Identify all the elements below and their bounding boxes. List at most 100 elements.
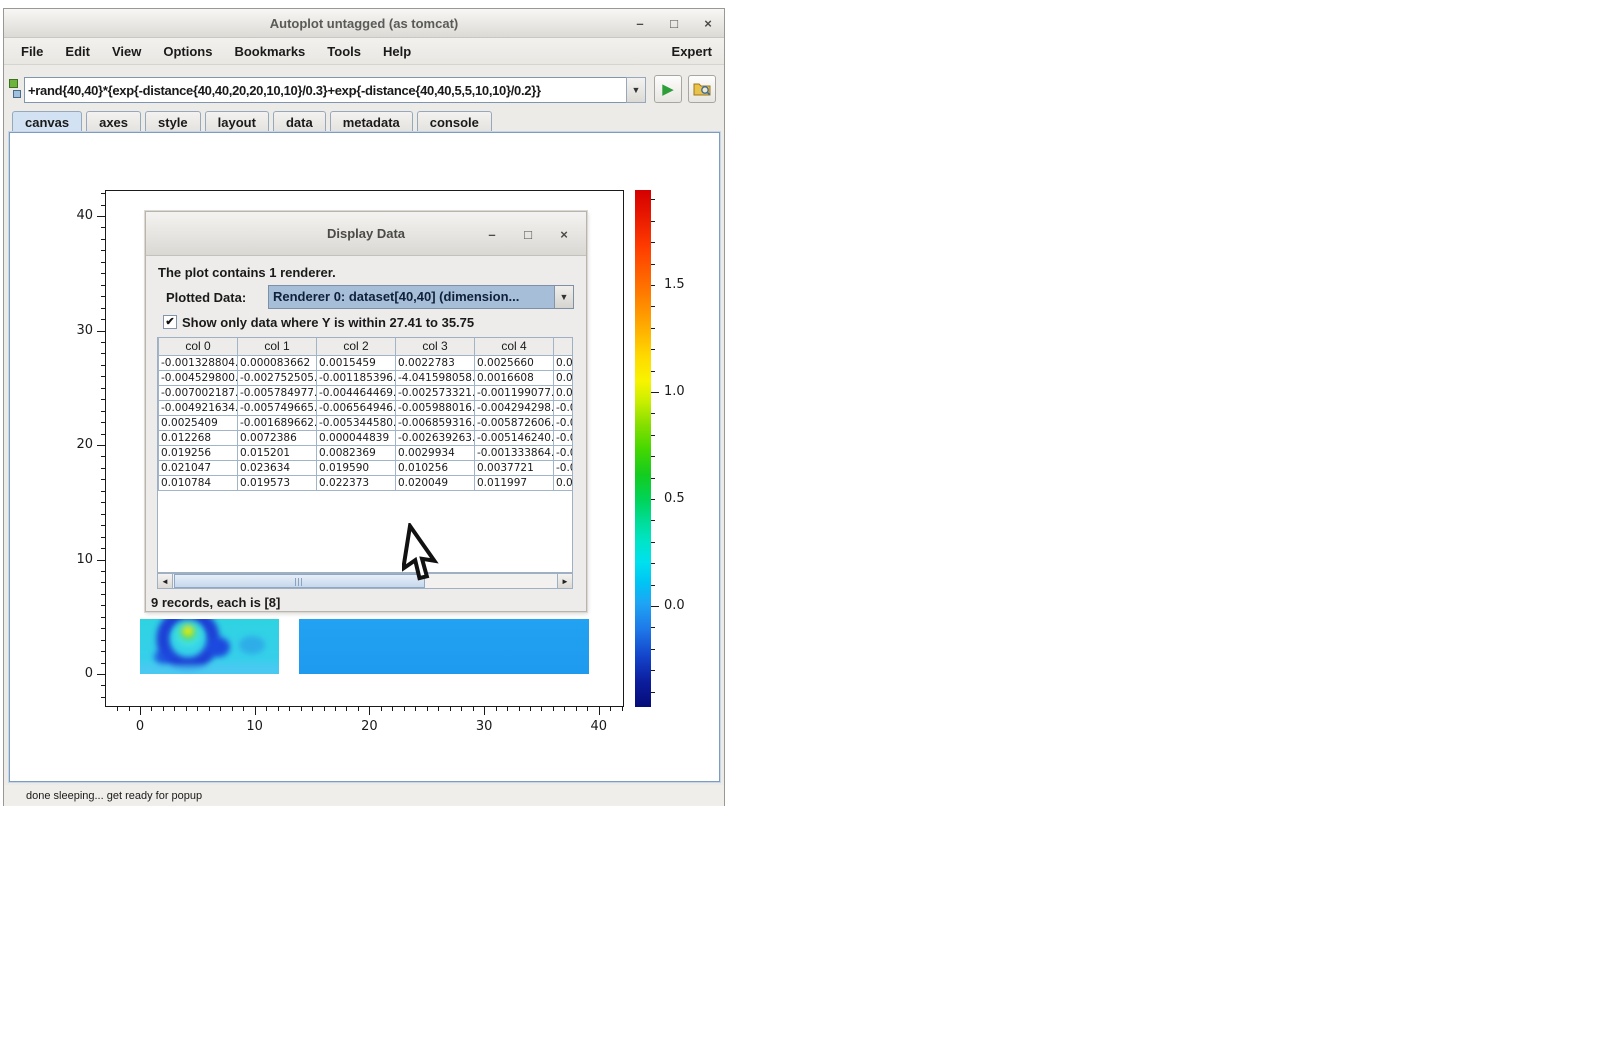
menu-item-options[interactable]: Options	[152, 40, 223, 63]
data-table-viewport[interactable]: col 0col 1col 2col 3col 4 -0.001328804...…	[157, 337, 573, 573]
menu-item-tools[interactable]: Tools	[316, 40, 372, 63]
table-cell[interactable]: -4.041598058...	[396, 370, 475, 385]
menu-item-bookmarks[interactable]: Bookmarks	[223, 40, 316, 63]
tab-layout[interactable]: layout	[205, 111, 269, 132]
table-cell[interactable]: 0.00	[554, 385, 574, 400]
table-cell[interactable]: 0.0025660	[475, 355, 554, 370]
inspect-folder-button[interactable]	[688, 75, 716, 103]
table-cell[interactable]: -0.001689662...	[238, 415, 317, 430]
table-cell[interactable]: 0.019573	[238, 475, 317, 490]
table-cell[interactable]: 0.011997	[475, 475, 554, 490]
table-cell[interactable]: -0.001333864...	[475, 445, 554, 460]
table-row[interactable]: -0.007002187...-0.005784977...-0.0044644…	[159, 385, 574, 400]
dialog-minimize-icon[interactable]: –	[484, 227, 500, 242]
table-cell[interactable]: 0.0072386	[238, 430, 317, 445]
dialog-close-icon[interactable]: ×	[556, 227, 572, 242]
table-row[interactable]: -0.004921634...-0.005749665...-0.0065649…	[159, 400, 574, 415]
table-cell[interactable]: 0.0029934	[396, 445, 475, 460]
table-header[interactable]: col 3	[396, 338, 475, 355]
table-cell[interactable]: -0.0	[554, 430, 574, 445]
colorbar[interactable]	[635, 190, 651, 707]
maximize-icon[interactable]: □	[666, 16, 682, 31]
menu-item-help[interactable]: Help	[372, 40, 422, 63]
table-header[interactable]: col 4	[475, 338, 554, 355]
table-cell[interactable]: -0.001328804...	[159, 355, 238, 370]
table-cell[interactable]: -0.007002187...	[159, 385, 238, 400]
tab-axes[interactable]: axes	[86, 111, 141, 132]
uri-input[interactable]	[24, 77, 627, 103]
table-header[interactable]: col 0	[159, 338, 238, 355]
table-header[interactable]	[554, 338, 574, 355]
scroll-left-icon[interactable]: ◄	[158, 574, 173, 588]
table-cell[interactable]: 0.0015459	[317, 355, 396, 370]
tab-canvas[interactable]: canvas	[12, 111, 82, 132]
table-cell[interactable]: -0.005344580...	[317, 415, 396, 430]
table-cell[interactable]: -0.005146240...	[475, 430, 554, 445]
table-cell[interactable]: -0.005784977...	[238, 385, 317, 400]
table-cell[interactable]: 0.015201	[238, 445, 317, 460]
table-cell[interactable]: -0.0	[554, 445, 574, 460]
plotted-data-combobox[interactable]: Renderer 0: dataset[40,40] (dimension...…	[268, 285, 574, 309]
table-row[interactable]: 0.0210470.0236340.0195900.0102560.003772…	[159, 460, 574, 475]
window-titlebar[interactable]: Autoplot untagged (as tomcat) – □ ×	[4, 9, 724, 38]
table-cell[interactable]: 0.022373	[317, 475, 396, 490]
minimize-icon[interactable]: –	[632, 16, 648, 31]
tab-metadata[interactable]: metadata	[330, 111, 413, 132]
table-cell[interactable]: 0.0022783	[396, 355, 475, 370]
table-row[interactable]: 0.0025409-0.001689662...-0.005344580...-…	[159, 415, 574, 430]
tab-data[interactable]: data	[273, 111, 326, 132]
table-row[interactable]: 0.0122680.00723860.000044839-0.002639263…	[159, 430, 574, 445]
table-cell[interactable]: -0.005872606...	[475, 415, 554, 430]
table-cell[interactable]: 0.0016608	[475, 370, 554, 385]
uri-dropdown-icon[interactable]: ▼	[626, 77, 646, 103]
table-cell[interactable]: -0.006564946...	[317, 400, 396, 415]
table-cell[interactable]: -0.002752505...	[238, 370, 317, 385]
table-cell[interactable]: 0.012268	[159, 430, 238, 445]
menu-item-edit[interactable]: Edit	[54, 40, 101, 63]
table-cell[interactable]: 0.000044839	[317, 430, 396, 445]
table-cell[interactable]: -0.004464469...	[317, 385, 396, 400]
table-cell[interactable]: -0.004294298...	[475, 400, 554, 415]
table-row[interactable]: 0.0107840.0195730.0223730.0200490.011997…	[159, 475, 574, 490]
table-cell[interactable]: 0.0037721	[475, 460, 554, 475]
table-header[interactable]: col 2	[317, 338, 396, 355]
menu-item-file[interactable]: File	[10, 40, 54, 63]
table-cell[interactable]: -0.006859316...	[396, 415, 475, 430]
table-cell[interactable]: -0.002639263...	[396, 430, 475, 445]
table-cell[interactable]: 0.023634	[238, 460, 317, 475]
table-cell[interactable]: 0.020049	[396, 475, 475, 490]
table-cell[interactable]: -0.001185396...	[317, 370, 396, 385]
go-play-button[interactable]: ▶	[654, 75, 682, 103]
scrollbar-thumb[interactable]	[174, 574, 425, 588]
table-header[interactable]: col 1	[238, 338, 317, 355]
table-cell[interactable]: -0.0	[554, 400, 574, 415]
y-filter-checkbox[interactable]: ✔	[163, 315, 177, 329]
table-cell[interactable]: -0.0	[554, 415, 574, 430]
tab-console[interactable]: console	[417, 111, 492, 132]
table-cell[interactable]: -0.002573321...	[396, 385, 475, 400]
table-cell[interactable]: 0.00	[554, 370, 574, 385]
scrollbar-track[interactable]	[173, 574, 557, 588]
table-cell[interactable]: 0.019256	[159, 445, 238, 460]
combo-dropdown-icon[interactable]: ▼	[554, 286, 573, 308]
close-icon[interactable]: ×	[700, 16, 716, 31]
expert-label[interactable]: Expert	[672, 44, 724, 59]
table-cell[interactable]: 0.010256	[396, 460, 475, 475]
table-cell[interactable]: -0.0	[554, 460, 574, 475]
table-row[interactable]: -0.004529800...-0.002752505...-0.0011853…	[159, 370, 574, 385]
table-cell[interactable]: 0.021047	[159, 460, 238, 475]
table-cell[interactable]: 0.00	[554, 355, 574, 370]
dialog-maximize-icon[interactable]: □	[520, 227, 536, 242]
table-row[interactable]: -0.001328804...0.0000836620.00154590.002…	[159, 355, 574, 370]
menu-item-view[interactable]: View	[101, 40, 152, 63]
table-cell[interactable]: 0.000083662	[238, 355, 317, 370]
table-cell[interactable]: -0.005749665...	[238, 400, 317, 415]
table-cell[interactable]: 0.019590	[317, 460, 396, 475]
table-cell[interactable]: 0.0025409	[159, 415, 238, 430]
plot-canvas[interactable]: 0102030404030201001.51.00.50.0 Display D…	[9, 132, 720, 782]
table-cell[interactable]: 0.00	[554, 475, 574, 490]
table-cell[interactable]: -0.005988016...	[396, 400, 475, 415]
scroll-right-icon[interactable]: ►	[557, 574, 572, 588]
tab-style[interactable]: style	[145, 111, 201, 132]
table-cell[interactable]: -0.004529800...	[159, 370, 238, 385]
